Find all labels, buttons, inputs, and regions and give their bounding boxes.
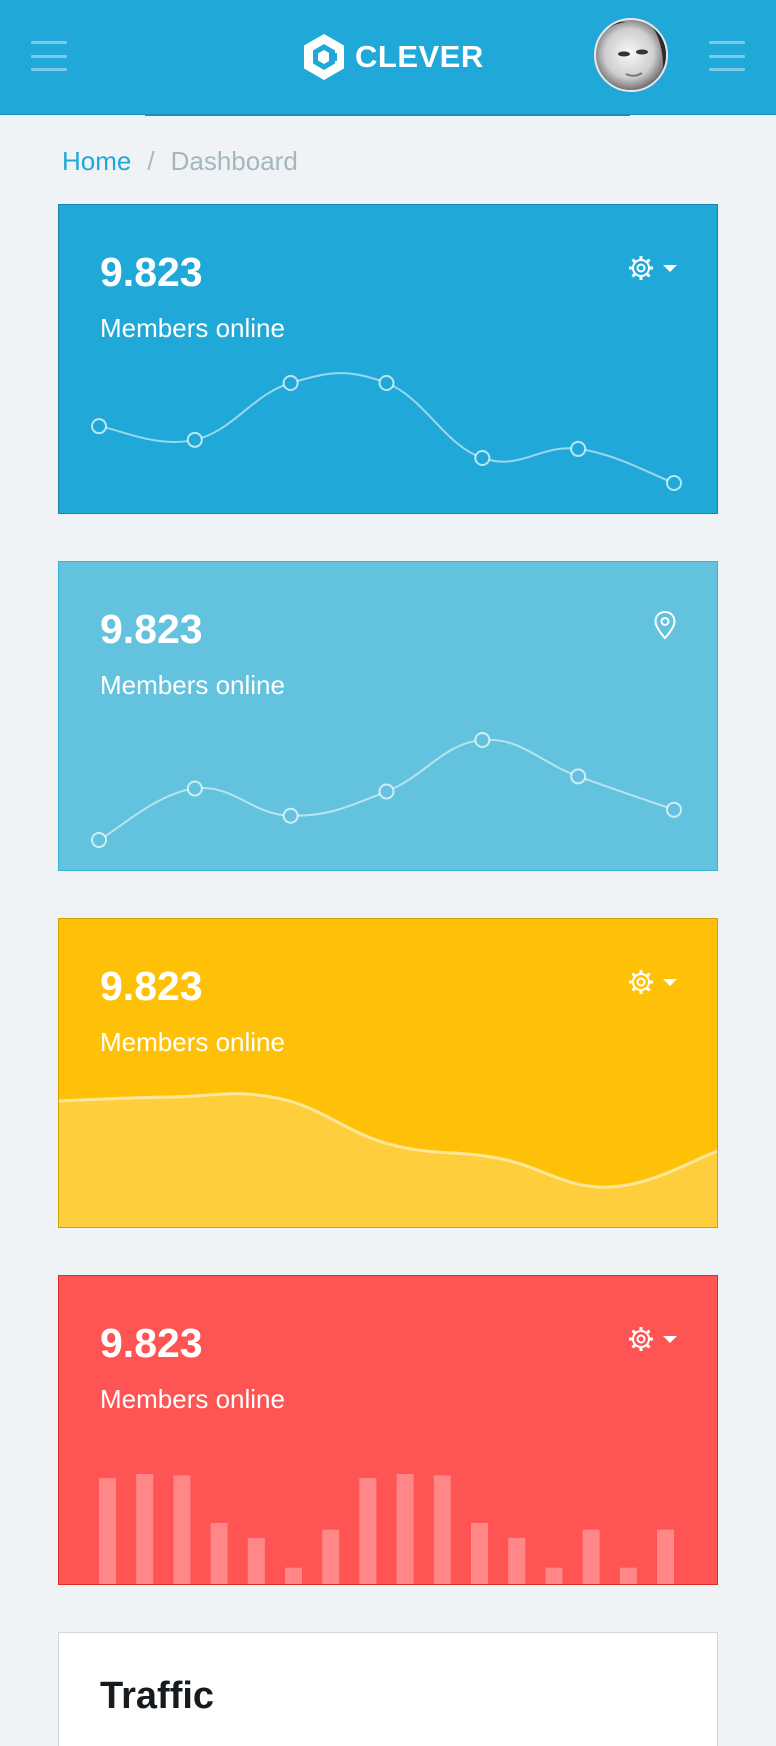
data-point [378,783,395,800]
bar [322,1529,340,1584]
card-settings-dropdown[interactable] [627,253,677,283]
data-point [666,801,682,818]
gear-icon [629,970,653,994]
gear-icon [629,1327,653,1351]
bar [210,1522,228,1584]
card-settings-dropdown[interactable] [627,1324,677,1354]
breadcrumb-home-link[interactable]: Home [62,146,131,177]
bar-chart [99,1474,674,1584]
data-point [378,375,395,391]
stat-label: Members online [100,1384,285,1414]
data-point [186,780,203,797]
traffic-title: Traffic [100,1675,215,1717]
data-point [186,431,203,448]
stat-value: 9.823 [100,1320,203,1366]
data-point [474,732,491,748]
area-chart [59,1092,717,1227]
gear-icon [629,256,653,280]
breadcrumb-current: Dashboard [170,146,298,176]
stat-value: 9.823 [100,606,203,652]
sidebar-toggle-icon[interactable] [31,41,67,71]
header-divider [145,114,630,116]
data-point [282,807,299,824]
bar [247,1537,265,1584]
bar [508,1537,526,1584]
top-navbar: CLEVER [0,0,776,115]
breadcrumb: Home / Dashboard [62,146,298,177]
hexagon-c-logo-icon [304,34,344,80]
stat-card-3: 9.823 Members online [58,918,718,1228]
data-point [570,768,587,785]
bar [396,1474,414,1584]
bar [471,1522,488,1584]
avatar-image [596,20,666,90]
stat-value: 9.823 [100,963,203,1009]
stat-value: 9.823 [100,249,203,295]
brand-logo[interactable]: CLEVER [302,32,484,82]
aside-menu-toggle-icon[interactable] [709,41,745,71]
bar [99,1478,116,1584]
card-location-button[interactable] [653,610,677,640]
bar [433,1475,451,1584]
data-point [91,418,107,435]
bar [359,1478,377,1584]
bar [173,1475,191,1584]
data-point [91,832,107,848]
user-avatar[interactable] [594,18,668,92]
sparkline-chart [91,732,682,848]
breadcrumb-separator: / [147,146,155,176]
data-point [474,450,491,466]
bar [582,1529,600,1584]
chevron-down-icon [663,1335,677,1343]
stat-label: Members online [100,313,285,343]
brand-name: CLEVER [355,39,484,74]
bar [545,1567,563,1584]
stat-card-1: 9.823 Members online [58,204,718,514]
bar [619,1567,637,1584]
chevron-down-icon [663,264,677,272]
stat-label: Members online [100,1027,285,1057]
bar [285,1567,302,1584]
stat-card-2: 9.823 Members online [58,561,718,871]
bar [136,1474,154,1584]
stat-card-4: 9.823 Members online [58,1275,718,1585]
card-settings-dropdown[interactable] [627,967,677,997]
location-pin-icon [654,610,676,640]
series-area [59,1093,717,1227]
sparkline-chart [91,372,682,491]
chevron-down-icon [663,978,677,986]
bar [657,1529,674,1584]
data-point [666,475,682,491]
data-point [570,440,587,457]
data-point [282,375,299,391]
stat-label: Members online [100,670,285,700]
traffic-card: Traffic [58,1632,718,1746]
